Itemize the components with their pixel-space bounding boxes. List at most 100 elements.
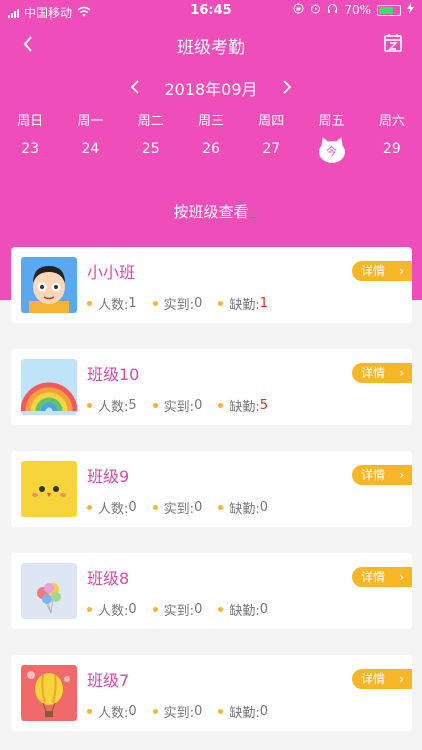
class-stats: 人数: 0 实到: 0 缺勤: 0 — [87, 600, 268, 619]
bullet-icon — [152, 709, 158, 714]
bullet-icon — [87, 301, 92, 306]
class-stats: 人数: 5 实到: 0 缺勤: 5 — [87, 396, 268, 415]
rainbow-thumbnail — [21, 359, 77, 415]
chevron-right-icon: › — [399, 468, 404, 482]
chevron-right-icon: › — [399, 264, 404, 278]
count-label: 人数: — [98, 604, 129, 619]
weekday-label: 周日 — [17, 114, 44, 129]
present-value: 0 — [194, 296, 203, 311]
charging-icon — [407, 3, 414, 17]
count-value: 0 — [128, 500, 137, 515]
detail-label: 详情 — [361, 366, 386, 380]
count-value: 0 — [128, 704, 137, 719]
detail-button[interactable]: 详情 › — [352, 261, 412, 281]
weekday-label: 周四 — [258, 114, 285, 129]
absent-label: 缺勤: — [229, 298, 260, 313]
day-cell[interactable]: 25 — [121, 141, 181, 163]
weekday-label: 周三 — [197, 114, 224, 129]
detail-button[interactable]: 详情 › — [352, 567, 412, 587]
headphones-icon — [327, 3, 338, 17]
calendar-button[interactable] — [382, 32, 404, 54]
present-value: 0 — [194, 704, 203, 719]
status-bar: 中国移动 16:45 70% — [0, 0, 422, 22]
chevron-right-icon — [282, 79, 291, 94]
day-cell[interactable]: 29 — [362, 141, 422, 163]
day-cell[interactable]: 24 — [60, 141, 120, 163]
chick-thumbnail — [21, 461, 77, 517]
count-value: 0 — [128, 602, 137, 617]
current-month: 2018年09月 — [164, 80, 258, 99]
bullet-icon — [152, 607, 158, 612]
detail-label: 详情 — [361, 672, 386, 686]
detail-button[interactable]: 详情 › — [352, 669, 412, 689]
hot-air-balloon-thumbnail — [21, 665, 77, 721]
page-title: 班级考勤 — [177, 38, 245, 58]
weekday-label: 周一 — [77, 114, 104, 129]
class-card[interactable]: 班级8 人数: 0 实到: 0 缺勤: 0 详情 › — [11, 553, 412, 629]
present-value: 0 — [194, 602, 203, 617]
class-name: 班级9 — [87, 467, 130, 486]
count-label: 人数: — [98, 706, 129, 721]
next-month-button[interactable] — [280, 79, 294, 98]
month-selector: 2018年09月 — [0, 74, 422, 102]
class-card[interactable]: 班级10 人数: 5 实到: 0 缺勤: 5 详情 › — [11, 349, 412, 425]
detail-button[interactable]: 详情 › — [352, 363, 412, 383]
absent-label: 缺勤: — [229, 706, 260, 721]
class-stats: 人数: 1 实到: 0 缺勤: 1 — [87, 294, 268, 313]
bullet-icon — [152, 505, 158, 510]
day-cell-today[interactable]: 今 — [301, 141, 361, 163]
bullet-icon — [218, 709, 224, 714]
bullet-icon — [218, 301, 224, 306]
absent-label: 缺勤: — [229, 400, 260, 415]
week-days: 23 24 25 26 27 今 29 — [0, 141, 422, 163]
absent-value: 0 — [259, 602, 269, 617]
alarm-icon — [310, 3, 321, 17]
day-cell[interactable]: 26 — [181, 141, 241, 163]
bullet-icon — [218, 403, 224, 408]
balloons-thumbnail — [21, 563, 77, 619]
boy-avatar — [21, 257, 77, 313]
battery-percent: 70% — [344, 3, 371, 17]
prev-month-button[interactable] — [128, 79, 142, 98]
bullet-icon — [218, 607, 224, 612]
class-name: 小小班 — [87, 263, 136, 282]
nav-bar: 班级考勤 — [0, 22, 422, 66]
day-cell[interactable]: 27 — [241, 141, 301, 163]
chevron-right-icon: › — [399, 366, 404, 380]
present-label: 实到: — [163, 298, 195, 313]
bullet-icon — [218, 505, 224, 510]
rotation-lock-icon — [293, 3, 304, 17]
count-value: 5 — [128, 398, 137, 413]
absent-value: 0 — [259, 704, 269, 719]
class-card[interactable]: 班级7 人数: 0 实到: 0 缺勤: 0 详情 › — [11, 655, 412, 731]
present-label: 实到: — [163, 604, 195, 619]
present-label: 实到: — [163, 502, 195, 517]
detail-button[interactable]: 详情 › — [352, 465, 412, 485]
count-label: 人数: — [98, 400, 129, 415]
class-name: 班级8 — [87, 569, 130, 588]
class-card[interactable]: 小小班 人数: 1 实到: 0 缺勤: 1 详情 › — [11, 247, 412, 323]
count-label: 人数: — [98, 502, 129, 517]
present-label: 实到: — [163, 706, 195, 721]
weekday-header: 周日 周一 周二 周三 周四 周五 周六 — [0, 110, 422, 129]
detail-label: 详情 — [361, 264, 386, 278]
class-name: 班级7 — [87, 671, 130, 690]
battery-icon — [377, 4, 401, 16]
bullet-icon — [87, 505, 92, 510]
class-card[interactable]: 班级9 人数: 0 实到: 0 缺勤: 0 详情 › — [11, 451, 412, 527]
calendar-icon — [384, 34, 402, 52]
chevron-left-icon — [131, 79, 140, 94]
bullet-icon — [152, 301, 158, 306]
weekday-label: 周六 — [378, 114, 405, 129]
absent-label: 缺勤: — [229, 604, 260, 619]
bullet-icon — [152, 403, 158, 408]
present-value: 0 — [194, 500, 203, 515]
class-name: 班级10 — [87, 365, 140, 384]
weekday-label: 周二 — [137, 114, 164, 129]
class-stats: 人数: 0 实到: 0 缺勤: 0 — [87, 498, 268, 517]
absent-value: 5 — [259, 398, 269, 413]
bullet-icon — [87, 607, 92, 612]
absent-value: 1 — [259, 296, 269, 311]
day-cell[interactable]: 23 — [0, 141, 60, 163]
present-value: 0 — [194, 398, 203, 413]
